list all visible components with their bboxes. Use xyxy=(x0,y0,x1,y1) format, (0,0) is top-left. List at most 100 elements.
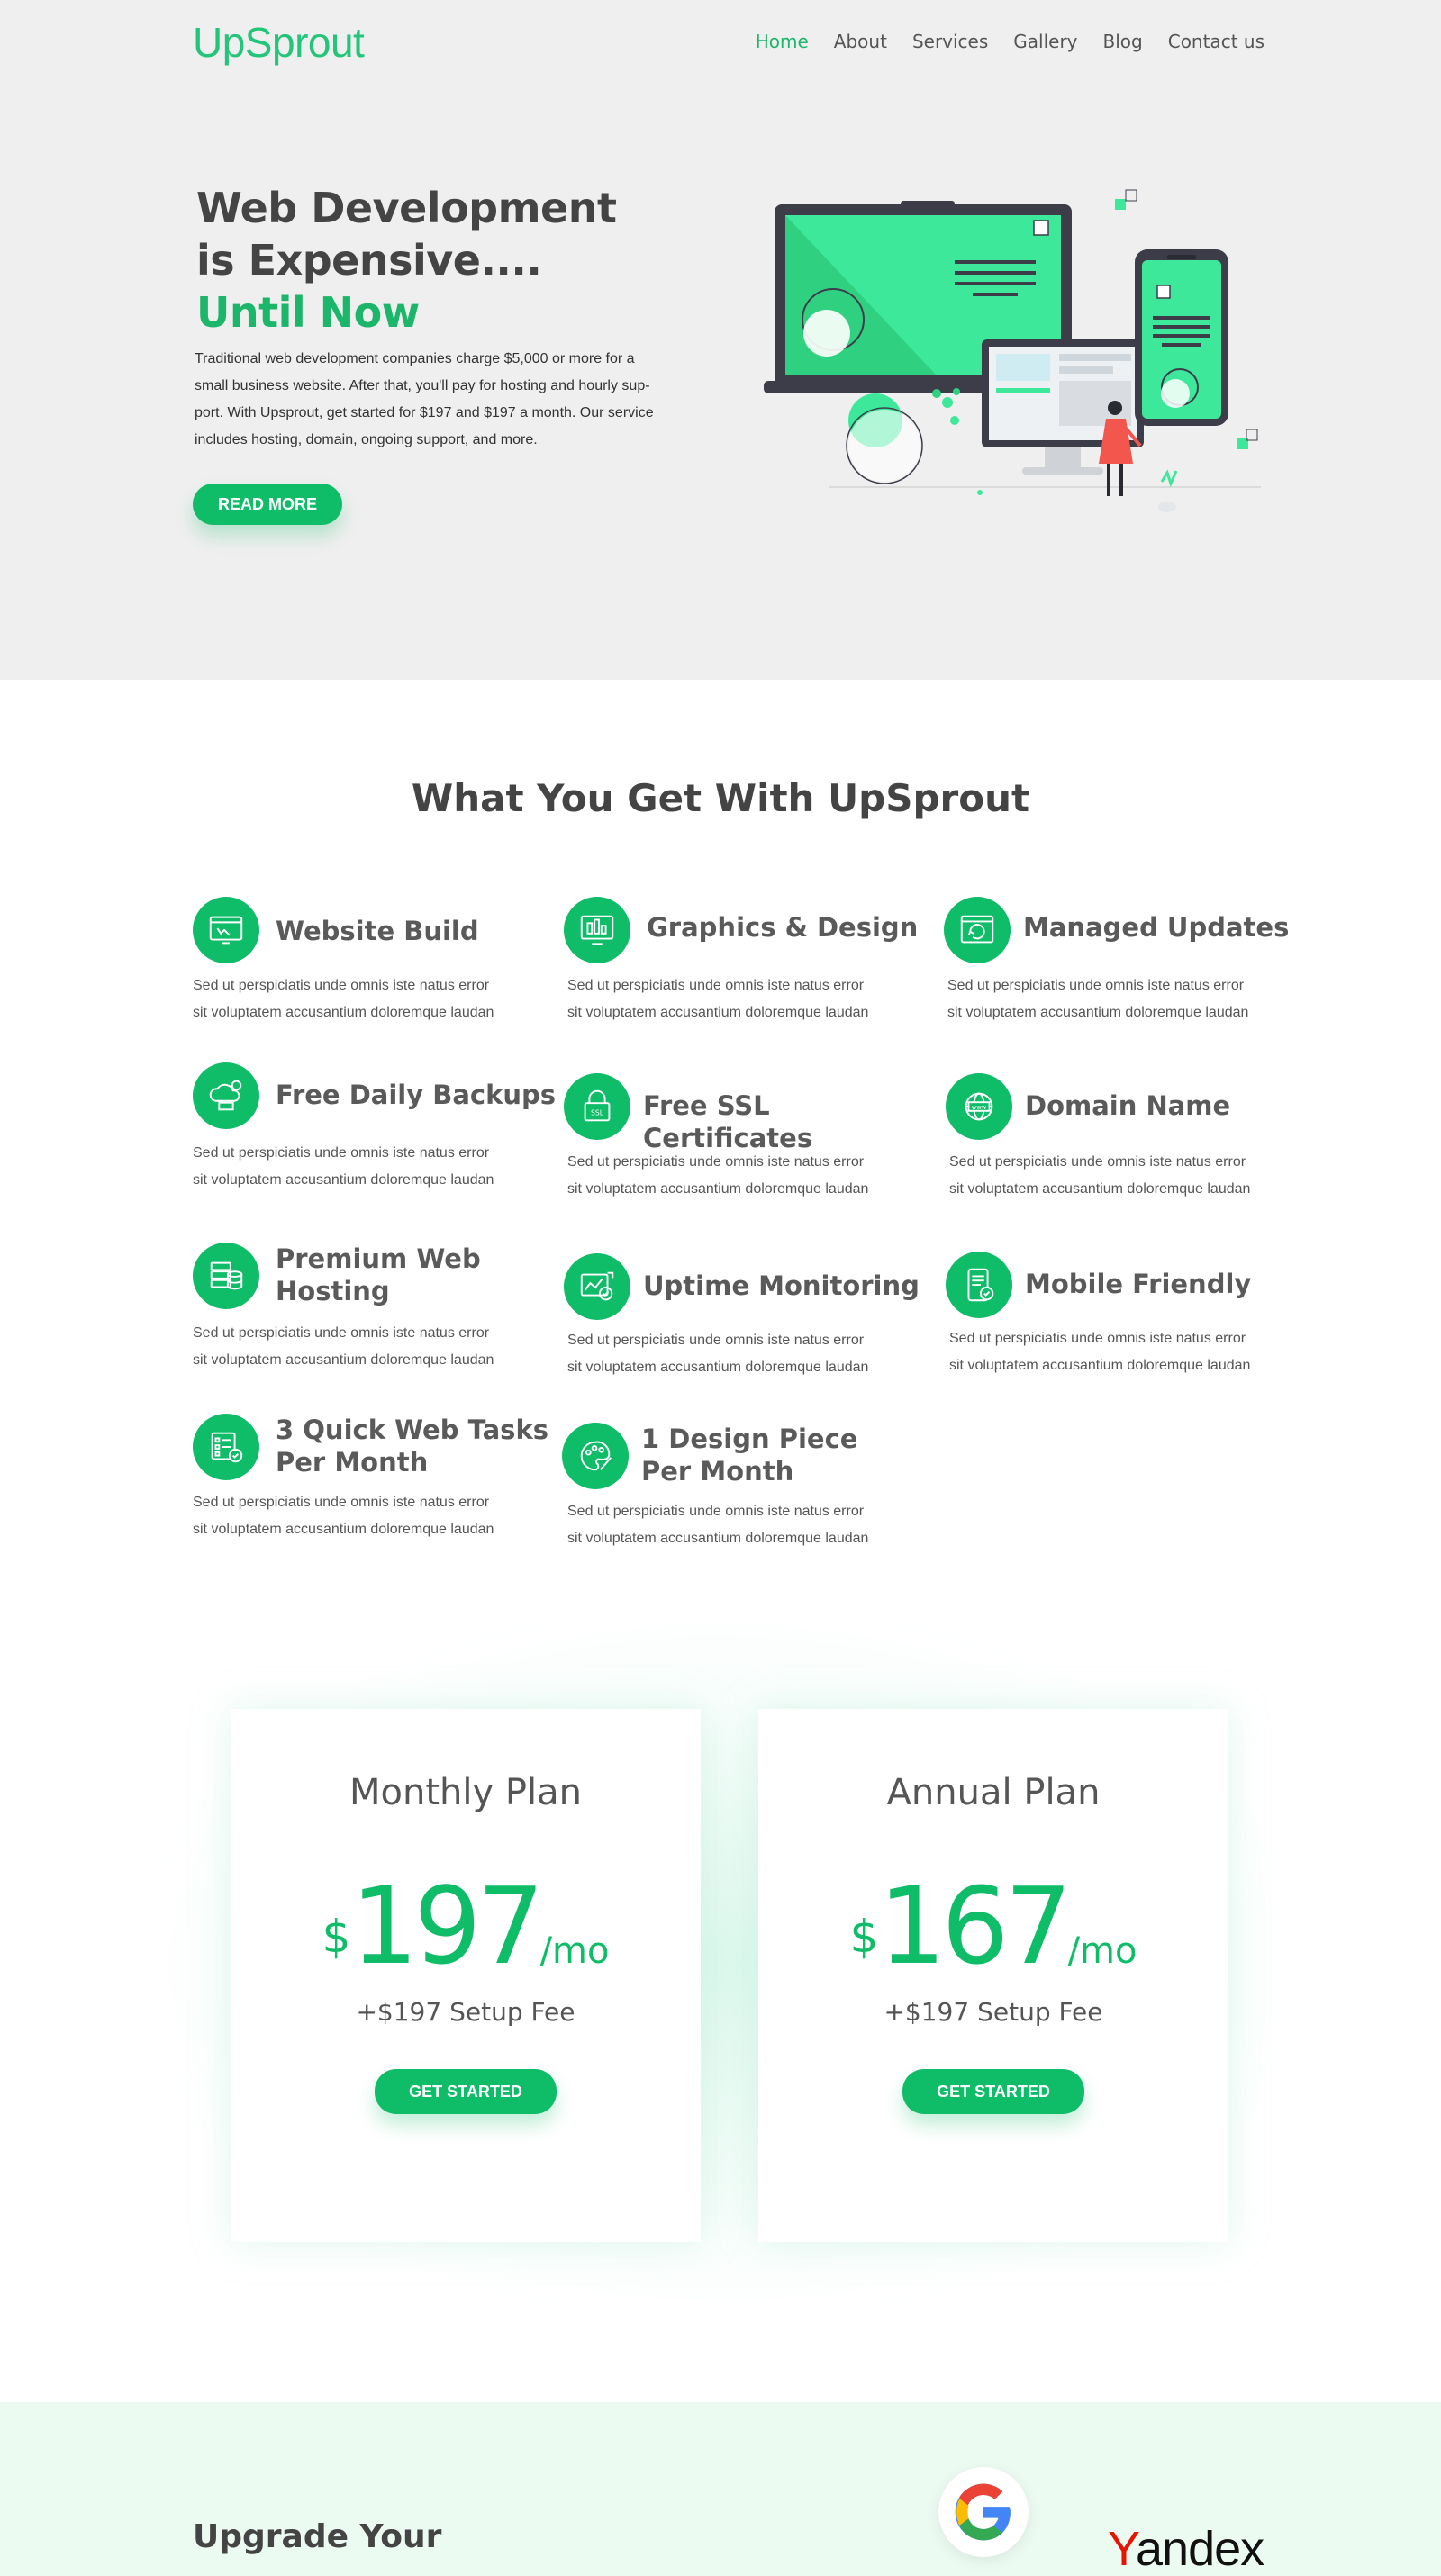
svg-text:SSL: SSL xyxy=(591,1109,604,1117)
feature-title-line1: 1 Design Piece xyxy=(641,1424,858,1454)
cloud-backup-icon xyxy=(193,1062,259,1129)
feature-description-line1: Sed ut perspiciatis unde omnis iste natu… xyxy=(949,1331,1246,1346)
feature-title: Graphics & Design xyxy=(647,912,919,943)
feature-website-build: Website Build Sed ut perspiciatis unde o… xyxy=(193,897,553,1032)
feature-description-line1: Sed ut perspiciatis unde omnis iste natu… xyxy=(193,978,490,993)
ssl-lock-icon: SSL xyxy=(564,1073,630,1140)
pricing-card-monthly: Monthly Plan $197/mo +$197 Setup Fee GET… xyxy=(231,1709,701,2242)
feature-description-line1: Sed ut perspiciatis unde omnis iste natu… xyxy=(567,1333,865,1348)
site-logo[interactable]: UpSprout xyxy=(193,18,365,67)
feature-description: Sed ut perspiciatis unde omnis iste natu… xyxy=(947,972,1290,1026)
hero-text-line2: small business website. After that, you'… xyxy=(195,378,650,393)
feature-description-line2: sit voluptatem accusantium doloremque la… xyxy=(947,1005,1249,1020)
feature-free-ssl: SSL Free SSL Certificates Sed ut perspic… xyxy=(564,1073,924,1208)
hero-text-line4: includes hosting, domain, ongoing suppor… xyxy=(195,432,538,447)
feature-title: Uptime Monitoring xyxy=(643,1270,920,1301)
feature-title: Website Build xyxy=(276,916,479,946)
managed-updates-icon xyxy=(944,897,1011,963)
feature-uptime-monitoring: Uptime Monitoring Sed ut perspiciatis un… xyxy=(564,1253,924,1388)
page: UpSprout Home About Services Gallery Blo… xyxy=(0,0,1441,2576)
task-list-icon xyxy=(193,1414,259,1480)
nav-home[interactable]: Home xyxy=(756,31,809,52)
pricing-card-annual: Annual Plan $167/mo +$197 Setup Fee GET … xyxy=(758,1709,1228,2242)
feature-description-line2: sit voluptatem accusantium doloremque la… xyxy=(193,1005,494,1020)
hero-text-line1: Traditional web development companies ch… xyxy=(195,351,635,366)
feature-title: 1 Design Piece Per Month xyxy=(641,1423,938,1487)
feature-description-line2: sit voluptatem accusantium doloremque la… xyxy=(949,1358,1251,1373)
nav-about[interactable]: About xyxy=(834,31,887,52)
price-amount: 197 xyxy=(350,1864,544,1988)
feature-description-line2: sit voluptatem accusantium doloremque la… xyxy=(193,1522,494,1537)
setup-fee: +$197 Setup Fee xyxy=(356,1997,575,2027)
hero-title-line1: Web Development xyxy=(196,184,617,232)
feature-graphics-design: Graphics & Design Sed ut perspiciatis un… xyxy=(564,897,924,1032)
price-amount: 167 xyxy=(878,1864,1072,1988)
feature-description: Sed ut perspiciatis unde omnis iste natu… xyxy=(567,1149,910,1203)
feature-description: Sed ut perspiciatis unde omnis iste natu… xyxy=(193,1489,535,1543)
nav-services[interactable]: Services xyxy=(912,31,988,52)
feature-description-line1: Sed ut perspiciatis unde omnis iste natu… xyxy=(949,1154,1246,1170)
feature-description-line1: Sed ut perspiciatis unde omnis iste natu… xyxy=(193,1325,490,1341)
feature-description-line2: sit voluptatem accusantium doloremque la… xyxy=(193,1172,494,1188)
feature-title: 3 Quick Web Tasks Per Month xyxy=(276,1414,573,1478)
yandex-logo: Yandex xyxy=(1108,2522,1264,2576)
graphics-design-icon xyxy=(564,897,630,963)
feature-description-line1: Sed ut perspiciatis unde omnis iste natu… xyxy=(567,1504,865,1519)
feature-title: Mobile Friendly xyxy=(1025,1269,1252,1299)
mobile-check-icon xyxy=(946,1252,1012,1318)
feature-description: Sed ut perspiciatis unde omnis iste natu… xyxy=(949,1325,1291,1379)
feature-description-line2: sit voluptatem accusantium doloremque la… xyxy=(567,1360,869,1375)
nav-gallery[interactable]: Gallery xyxy=(1013,31,1077,52)
feature-managed-updates: Managed Updates Sed ut perspiciatis unde… xyxy=(944,897,1304,1032)
feature-title: Free Daily Backups xyxy=(276,1080,557,1110)
plan-name: Monthly Plan xyxy=(349,1772,582,1813)
feature-description: Sed ut perspiciatis unde omnis iste natu… xyxy=(193,1140,535,1194)
feature-title: Free SSL Certificates xyxy=(643,1090,813,1153)
nav-blog[interactable]: Blog xyxy=(1103,31,1143,52)
feature-quick-web-tasks: 3 Quick Web Tasks Per Month Sed ut perspi… xyxy=(193,1414,553,1549)
feature-description: Sed ut perspiciatis unde omnis iste natu… xyxy=(567,1327,910,1381)
plan-price: $167/mo xyxy=(758,1864,1228,1988)
price-currency: $ xyxy=(322,1911,351,1963)
feature-title-line1: 3 Quick Web Tasks xyxy=(276,1415,548,1445)
feature-description: Sed ut perspiciatis unde omnis iste natu… xyxy=(949,1149,1291,1203)
feature-description-line1: Sed ut perspiciatis unde omnis iste natu… xyxy=(947,978,1245,993)
plan-name: Annual Plan xyxy=(886,1772,1101,1813)
server-database-icon xyxy=(193,1243,259,1309)
plan-price: $197/mo xyxy=(231,1864,701,1988)
get-started-button[interactable]: GET STARTED xyxy=(902,2069,1084,2114)
price-period: /mo xyxy=(539,1930,610,1972)
nav-contact[interactable]: Contact us xyxy=(1168,31,1264,52)
logo-text: UpSprout xyxy=(193,19,365,66)
feature-description-line2: sit voluptatem accusantium doloremque la… xyxy=(949,1181,1251,1197)
setup-fee: +$197 Setup Fee xyxy=(884,1997,1103,2027)
feature-description-line1: Sed ut perspiciatis unde omnis iste natu… xyxy=(193,1145,490,1161)
feature-free-daily-backups: Free Daily Backups Sed ut perspiciatis u… xyxy=(193,1062,556,1198)
get-started-button[interactable]: GET STARTED xyxy=(375,2069,557,2114)
read-more-button[interactable]: READ MORE xyxy=(193,484,342,525)
palette-brush-icon xyxy=(562,1423,629,1489)
feature-description: Sed ut perspiciatis unde omnis iste natu… xyxy=(193,1320,535,1374)
feature-description-line1: Sed ut perspiciatis unde omnis iste natu… xyxy=(193,1495,490,1510)
feature-description-line1: Sed ut perspiciatis unde omnis iste natu… xyxy=(567,978,865,993)
feature-description-line1: Sed ut perspiciatis unde omnis iste natu… xyxy=(567,1154,865,1170)
feature-description: Sed ut perspiciatis unde omnis iste natu… xyxy=(567,1498,910,1552)
feature-title: Managed Updates xyxy=(1023,912,1290,943)
feature-description-line2: sit voluptatem accusantium doloremque la… xyxy=(567,1181,869,1197)
feature-title-line1: Premium Web xyxy=(276,1243,481,1274)
hero-title: Web Development is Expensive.... Until N… xyxy=(196,182,617,339)
main-nav: Home About Services Gallery Blog Contact… xyxy=(756,31,1264,52)
feature-title: Domain Name xyxy=(1025,1090,1231,1121)
feature-title: Premium Web Hosting xyxy=(276,1243,573,1307)
google-logo-icon xyxy=(938,2467,1029,2557)
feature-description-line2: sit voluptatem accusantium doloremque la… xyxy=(567,1531,869,1546)
feature-description: Sed ut perspiciatis unde omnis iste natu… xyxy=(567,972,910,1026)
feature-title-line2: Per Month xyxy=(641,1456,794,1487)
feature-mobile-friendly: Mobile Friendly Sed ut perspiciatis unde… xyxy=(946,1252,1306,1387)
svg-text:www: www xyxy=(972,1104,987,1111)
feature-title-line2: Hosting xyxy=(276,1276,390,1306)
price-currency: $ xyxy=(849,1911,879,1963)
hero-section: UpSprout Home About Services Gallery Blo… xyxy=(0,0,1441,680)
globe-www-icon: www xyxy=(946,1073,1012,1140)
hero-text-line3: port. With Upsprout, get started for $19… xyxy=(195,405,654,420)
